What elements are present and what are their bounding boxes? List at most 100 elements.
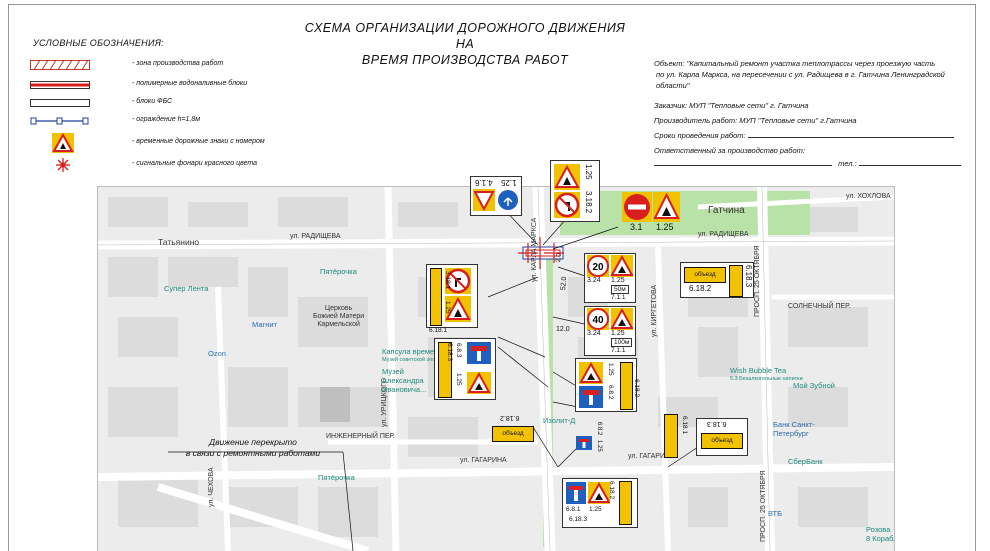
temporary-sign-icon [52, 133, 74, 153]
diagram-title: СХЕМА ОРГАНИЗАЦИИ ДОРОЖНОГО ДВИЖЕНИЯ НА … [300, 20, 630, 68]
sign-group-dead-end-small: 6.8.2 1.25 [574, 422, 608, 456]
sign-group-dead-end: 6.8.3 1.25 6.18.3 [434, 338, 496, 400]
phone-label: тел.: [838, 159, 857, 168]
church-line-2: Божией Матери [313, 313, 365, 320]
sign-number: 1.25 [589, 506, 602, 513]
sign-number: 6.18.2 [500, 414, 520, 421]
distance-label: 2.0 [555, 252, 563, 263]
museum-line-2: Александра [382, 376, 424, 385]
poi-bank: Банк Санкт- Петербург [773, 420, 815, 438]
sign-number: 3.24 [587, 277, 601, 284]
street-radishcheva-west: ул. РАДИЩЕВА [290, 233, 341, 240]
sign-number: 7.1.1 [611, 347, 626, 354]
sign-number: 1.25 [611, 330, 625, 337]
sign-number: 4.1.6 [475, 178, 493, 187]
roadwork-triangle-icon [554, 164, 580, 218]
phone-line [858, 165, 961, 166]
street-gagarina-west: ул. ГАГАРИНА [460, 457, 507, 464]
street-chekhova: ул. ЧЕХОВА [208, 467, 215, 507]
sign-number: 1.25 [596, 440, 602, 452]
detour-plate: объезд [492, 426, 534, 442]
detour-plate-vertical [664, 414, 678, 458]
closure-line-1: Движение перекрыто [209, 437, 297, 447]
sign-number: 1.25 [455, 373, 462, 386]
street-kirgetova: ул. КИРГЕТОВА [651, 284, 658, 337]
dead-end-icon [467, 342, 491, 364]
detour-plate-vertical [620, 362, 633, 410]
work-terms-line [747, 137, 954, 138]
title-line-1: СХЕМА ОРГАНИЗАЦИИ ДОРОЖНОГО ДВИЖЕНИЯ НА [304, 21, 626, 51]
sign-number: 7.1.1 [611, 294, 626, 301]
sign-number: 6.18.2 [608, 481, 615, 500]
sign-number: 6.18.3 [707, 420, 727, 427]
poi-magnit: Магнит [252, 320, 278, 329]
responsible-label: Ответственный за производство работ: [654, 146, 805, 155]
legend-label: - временные дорожные знаки с номером [132, 138, 265, 145]
sign-number: 6.18.3 [569, 516, 588, 523]
poi-museum: Музей Александра Ивановича... [382, 367, 426, 394]
speed-value: 20 [592, 262, 604, 273]
direction-sign-icon [473, 189, 518, 212]
poi-wish-bubble-tea: Wish Bubble Tea 5.3 Безалкогольные напит… [730, 367, 803, 383]
street-khokhlova: ул. ХОХЛОВА [846, 193, 891, 200]
bank-line-2: Петербург [773, 429, 809, 438]
sign-plate: 50м [611, 285, 629, 294]
detour-plate: объезд [684, 267, 726, 283]
dead-end-left-icon [579, 362, 603, 408]
roadwork-triangle-icon [467, 372, 491, 394]
street-karla-marksa: ул. КАРЛА МАРКСА [531, 217, 538, 282]
sign-group-speed-20: 20 3.24 1.25 50м 7.1.1 [584, 253, 636, 303]
closure-note: Движение перекрыто в связи с ремонтными … [168, 437, 338, 459]
dead-end-small-icon [576, 436, 592, 450]
poi-sberbank: СберБанк [788, 457, 823, 466]
museum-line-1: Музей [382, 367, 404, 376]
street-map: ул. РАДИЩЕВА ул. РАДИЩЕВА ул. ГАГАРИНА у… [97, 186, 895, 551]
fence-icon [30, 117, 89, 125]
responsible-person: Ответственный за производство работ: [654, 145, 805, 156]
water-block-icon [30, 81, 90, 89]
detour-plate-vertical [619, 481, 632, 525]
sign-number: 6.18.1 [429, 327, 448, 334]
work-terms-label: Сроки проведения работ: [654, 131, 746, 140]
sign-number: 6.18.2 [633, 379, 640, 398]
sign-number: 6.18.1 [681, 416, 688, 435]
detour-plate-vertical [729, 265, 743, 297]
rozova-line-2: 8 Корабл [866, 534, 895, 543]
customer-text: Заказчик: МУП "Тепловые сети" г. Гатчина [654, 101, 809, 110]
red-lantern-icon [56, 158, 70, 172]
sign-number: 6.8.1 [566, 506, 581, 513]
speed-limit-40-icon: 40 [587, 308, 633, 330]
legend-heading: УСЛОВНЫЕ ОБОЗНАЧЕНИЯ: [33, 38, 164, 48]
legend-label: - блоки ФБС [132, 98, 173, 105]
object-line-2: по ул. Карла Маркса, на пересечении с ул… [656, 70, 945, 79]
poi-pyaterochka: Пятёрочка [320, 267, 357, 276]
poi-ozon: Ozon [208, 349, 226, 358]
speed-value: 40 [592, 315, 604, 326]
title-line-2: ВРЕМЯ ПРОИЗВОДСТВА РАБОТ [361, 53, 569, 67]
bank-line-1: Банк Санкт- [773, 420, 815, 429]
street-prospekt-25-oktyabrya-south: ПРОСП. 25 ОКТЯБРЯ [760, 470, 767, 542]
legend-label: - ограждение h=1,8м [132, 116, 201, 123]
street-solnechny: СОЛНЕЧНЫЙ ПЕР. [788, 303, 851, 310]
wish-line-2: 5.3 Безалкогольные напитки [730, 376, 803, 382]
poi-super-lenta: Супер Лента [164, 284, 209, 293]
street-prospekt-25-oktyabrya: ПРОСП. 25 ОКТЯБРЯ [754, 245, 761, 317]
sign-group-speed-40: 40 3.24 1.25 100м 7.1.1 [584, 306, 636, 356]
sign-number: 3.18.1 [444, 271, 451, 290]
phone-row: тел.: [654, 158, 961, 169]
sign-detour-left: 6.18.2 объезд [490, 414, 536, 442]
sign-number: 6.8.3 [455, 343, 462, 358]
sign-number: 1.25 [584, 164, 593, 180]
sign-detour-right-lower: 6.18.3 объезд [696, 418, 748, 456]
poi-rozova: Розова 8 Корабл [866, 525, 895, 543]
sign-number: 6.8.2 [607, 385, 614, 400]
sign-number: 6.18.3 [744, 265, 753, 288]
sign-number: 3.24 [587, 330, 601, 337]
legend-label: - зона производства работ [132, 60, 224, 67]
distance-label: 52.0 [560, 276, 569, 291]
poi-moy-zubnoy: Мой Зубной [793, 381, 835, 390]
poi-gatchina: Гатчина [708, 205, 745, 216]
sign-group-bottom: 6.8.1 1.25 6.18.3 6.18.2 [562, 478, 638, 528]
sign-plate: 100м [611, 338, 633, 347]
sign-group-dead-end-left: 1.25 6.8.2 6.18.2 [575, 358, 640, 412]
